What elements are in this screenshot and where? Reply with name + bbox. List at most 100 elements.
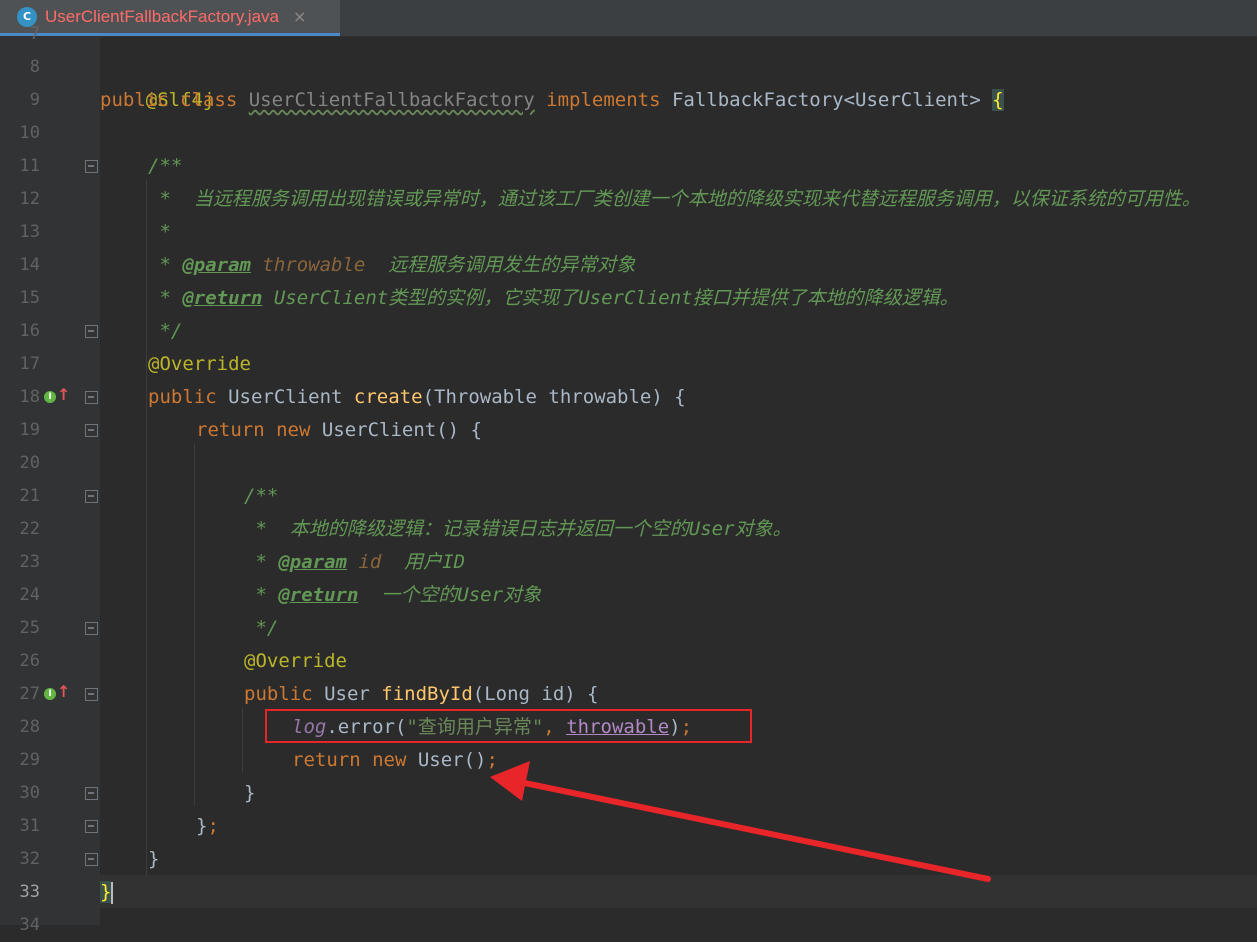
line-number[interactable]: 28: [0, 711, 40, 744]
code-line-29: return new User();: [292, 744, 498, 777]
code-line-24: * @return 一个空的User对象: [244, 579, 541, 612]
fold-icon[interactable]: [85, 490, 98, 503]
semicolon: ;: [486, 749, 498, 771]
code-editor[interactable]: @Slf4j public class UserClientFallbackFa…: [100, 37, 1257, 925]
anon-class: UserClient() {: [321, 419, 482, 441]
doc-star: *: [244, 584, 279, 606]
code-line-18: public UserClient create(Throwable throw…: [148, 381, 686, 414]
keyword: return: [292, 749, 373, 771]
keyword: class: [180, 89, 249, 111]
keyword: new: [372, 749, 418, 771]
fold-icon[interactable]: [85, 391, 98, 404]
line-number[interactable]: 14: [0, 249, 40, 282]
fold-icon[interactable]: [85, 622, 98, 635]
line-number[interactable]: 26: [0, 645, 40, 678]
line-number[interactable]: 23: [0, 546, 40, 579]
code-line-21: /**: [244, 485, 279, 507]
line-number[interactable]: 15: [0, 282, 40, 315]
override-arrow-icon[interactable]: ↑: [57, 385, 70, 404]
code-line-22: * 本地的降级逻辑：记录错误日志并返回一个空的User对象。: [244, 518, 792, 540]
code-line-17: @Override: [148, 353, 251, 375]
line-number[interactable]: 29: [0, 744, 40, 777]
fold-icon[interactable]: [85, 787, 98, 800]
editor-tab-bar: C UserClientFallbackFactory.java ×: [0, 0, 1257, 37]
text-caret: [111, 881, 114, 904]
code-line-31: };: [196, 810, 219, 843]
code-line-11: /**: [148, 155, 183, 177]
line-number[interactable]: 11: [0, 150, 40, 183]
gutter: 7 8 9 10 11 12 13 14 15 16 17 18 19 20 21 22 23 24 25 26 27 2…: [0, 24, 100, 935]
highlight-box: [265, 709, 752, 743]
line-number[interactable]: 24: [0, 579, 40, 612]
keyword: public: [148, 386, 229, 408]
method-name[interactable]: create: [354, 386, 423, 408]
doc-tag: @return: [278, 584, 359, 606]
constructor-call: User(): [417, 749, 487, 771]
fold-icon[interactable]: [85, 160, 98, 173]
caret-line-highlight: [100, 875, 1257, 908]
line-number[interactable]: 9: [0, 84, 40, 117]
method-name[interactable]: findById: [381, 683, 473, 705]
keyword: implements: [534, 89, 672, 111]
code-line-26: @Override: [244, 650, 347, 672]
line-number[interactable]: 7: [0, 18, 40, 51]
line-number[interactable]: 18: [0, 381, 40, 414]
line-number[interactable]: 30: [0, 777, 40, 810]
semicolon: ;: [207, 815, 219, 837]
code-line-33: }: [100, 876, 114, 909]
doc-param-name: throwable: [250, 254, 366, 276]
line-number[interactable]: 8: [0, 51, 40, 84]
fold-icon[interactable]: [85, 325, 98, 338]
line-number[interactable]: 34: [0, 909, 40, 942]
line-number[interactable]: 33: [0, 876, 40, 909]
code-line-32: }: [148, 848, 160, 870]
line-number[interactable]: 21: [0, 480, 40, 513]
matched-brace: }: [100, 881, 112, 903]
code-line-23: * @param id 用户ID: [244, 546, 465, 579]
doc-star: *: [148, 287, 183, 309]
doc-param-name: id: [346, 551, 382, 573]
doc-star: *: [148, 254, 183, 276]
code-line-15: * @return UserClient类型的实例，它实现了UserClient…: [148, 282, 959, 315]
line-number[interactable]: 22: [0, 513, 40, 546]
keyword: new: [276, 419, 322, 441]
line-number[interactable]: 10: [0, 117, 40, 150]
line-number[interactable]: 13: [0, 216, 40, 249]
return-type: User: [324, 683, 382, 705]
fold-icon[interactable]: [85, 820, 98, 833]
doc-text: UserClient类型的实例，它实现了UserClient接口并提供了本地的降…: [262, 287, 959, 309]
keyword: public: [244, 683, 325, 705]
doc-star: *: [244, 551, 279, 573]
line-number[interactable]: 12: [0, 183, 40, 216]
doc-text: 一个空的User对象: [358, 584, 542, 606]
brace: }: [196, 815, 208, 837]
fold-icon[interactable]: [85, 688, 98, 701]
indent-guide: [194, 443, 195, 806]
code-line-13: *: [148, 221, 171, 243]
line-number[interactable]: 19: [0, 414, 40, 447]
fold-icon[interactable]: [85, 853, 98, 866]
fold-icon[interactable]: [85, 424, 98, 437]
method-params: (Throwable throwable) {: [422, 386, 686, 408]
interface-type: FallbackFactory<UserClient>: [671, 89, 993, 111]
line-number[interactable]: 27: [0, 678, 40, 711]
implements-icon[interactable]: I: [44, 688, 56, 700]
doc-tag: @param: [182, 254, 251, 276]
line-number[interactable]: 17: [0, 348, 40, 381]
doc-tag: @return: [182, 287, 263, 309]
class-name[interactable]: UserClientFallbackFactory: [249, 89, 535, 111]
keyword: public: [100, 89, 181, 111]
close-icon[interactable]: ×: [293, 7, 306, 26]
doc-text: 用户ID: [381, 551, 466, 573]
line-number[interactable]: 31: [0, 810, 40, 843]
line-number[interactable]: 32: [0, 843, 40, 876]
tab-title: UserClientFallbackFactory.java: [45, 6, 279, 26]
implements-icon[interactable]: I: [44, 391, 56, 403]
line-number[interactable]: 25: [0, 612, 40, 645]
line-number[interactable]: 16: [0, 315, 40, 348]
tab-userclientfallbackfactory[interactable]: C UserClientFallbackFactory.java ×: [0, 0, 340, 36]
code-line-8: @Slf4j: [100, 51, 215, 111]
line-number[interactable]: 20: [0, 447, 40, 480]
indent-guide: [146, 179, 147, 875]
override-arrow-icon[interactable]: ↑: [57, 682, 70, 701]
